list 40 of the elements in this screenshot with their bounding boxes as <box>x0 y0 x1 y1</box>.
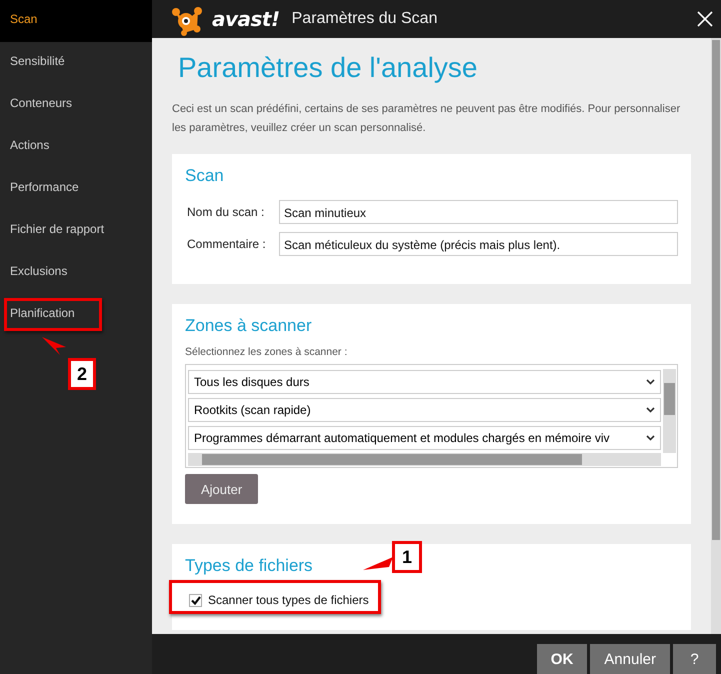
sidebar-item[interactable]: Performance <box>0 168 152 210</box>
field-label: Commentaire : <box>187 237 267 251</box>
window-title: Paramètres du Scan <box>292 10 438 28</box>
sidebar-item[interactable]: Actions <box>0 126 152 168</box>
section-heading: Zones à scanner <box>185 316 312 336</box>
scrollbar[interactable] <box>188 453 661 466</box>
input-field[interactable]: Scan minutieux <box>279 200 678 224</box>
dialog-button[interactable]: Annuler <box>590 644 670 674</box>
sidebar-item[interactable]: Conteneurs <box>0 84 152 126</box>
field-label: Nom du scan : <box>187 205 266 219</box>
section-heading: Scan <box>185 166 224 186</box>
zone-dropdown[interactable]: Rootkits (scan rapide) <box>188 398 661 422</box>
check-icon <box>190 596 200 604</box>
close-icon[interactable] <box>697 11 713 27</box>
page-title: Paramètres de l'analyse <box>178 52 478 84</box>
sidebar-item[interactable]: Scan <box>0 0 152 42</box>
section-heading: Types de fichiers <box>185 556 313 576</box>
logo-text: avast! <box>212 7 280 31</box>
callout-number: 1 <box>392 541 422 573</box>
zone-dropdown[interactable]: Tous les disques durs <box>188 370 661 394</box>
callout-number: 2 <box>68 358 96 390</box>
scrollbar[interactable] <box>663 369 676 453</box>
chevron-icon <box>646 407 655 413</box>
chevron-icon <box>646 379 655 385</box>
chevron-icon <box>646 435 655 441</box>
sidebar-item[interactable]: Fichier de rapport <box>0 210 152 252</box>
scrollbar[interactable] <box>711 38 721 634</box>
dialog-button[interactable]: ? <box>673 644 716 674</box>
sidebar-item[interactable]: Sensibilité <box>0 42 152 84</box>
prompt-text: Sélectionnez les zones à scanner : <box>185 346 348 358</box>
add-button[interactable]: Ajouter <box>185 474 258 504</box>
zone-dropdown[interactable]: Programmes démarrant automatiquement et modules chargés en mémoire viv <box>188 426 661 450</box>
input-field[interactable]: Scan méticuleux du système (précis mais plus lent). <box>279 232 678 256</box>
sidebar-item[interactable]: Exclusions <box>0 252 152 294</box>
sidebar-item[interactable]: Planification <box>0 294 152 336</box>
checkbox[interactable]: Scanner tous types de fichiers <box>185 590 373 610</box>
callout-arrow <box>42 337 66 355</box>
dialog-button[interactable]: OK <box>536 644 588 674</box>
description-text: Ceci est un scan prédéfini, certains de ses paramètres ne peuvent pas être modifiés. Pour personnaliser les paramètres, veuillez créer un scan personnalisé. <box>172 102 682 136</box>
callout-arrow <box>363 557 393 571</box>
